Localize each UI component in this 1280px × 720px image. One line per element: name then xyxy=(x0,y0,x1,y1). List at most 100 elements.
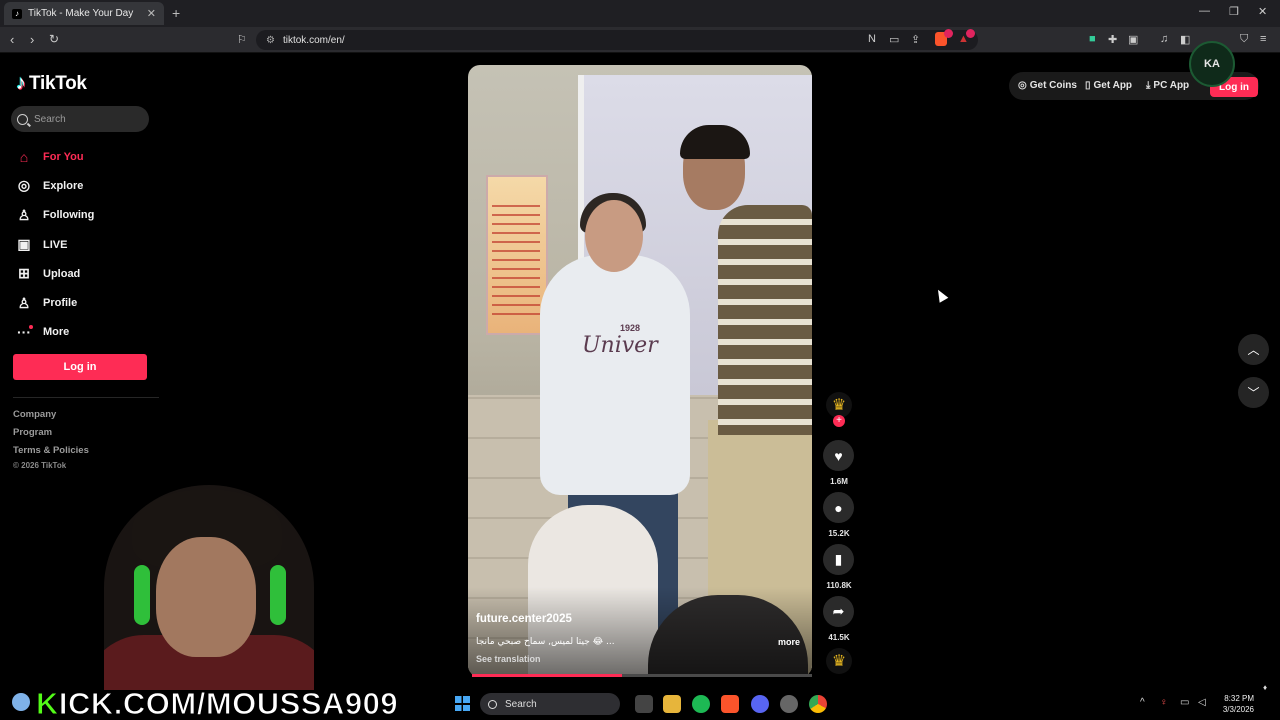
wallet-icon[interactable]: ▣ xyxy=(1128,33,1138,46)
live-tv-icon: ▣ xyxy=(17,236,31,253)
browser-tab[interactable]: ♪ TikTok - Make Your Day ✕ xyxy=(4,2,164,25)
obs-icon[interactable] xyxy=(780,695,798,713)
share-count: 41.5K xyxy=(828,633,850,642)
reload-icon[interactable]: ↻ xyxy=(49,32,59,46)
webcam-overlay xyxy=(104,485,314,690)
save-count: 110.8K xyxy=(826,581,852,590)
like-count: 1.6M xyxy=(830,477,848,486)
system-clock[interactable]: 8:32 PM 3/3/2026 xyxy=(1214,693,1254,715)
pc-app-button[interactable]: ⤓ PC App xyxy=(1146,80,1189,91)
sidebar-login-button[interactable]: Log in xyxy=(13,354,147,380)
display-icon[interactable]: ▭ xyxy=(1180,697,1189,708)
person-icon: ♙ xyxy=(17,294,31,311)
site-info-icon[interactable]: ⚙ xyxy=(266,35,275,46)
tiktok-favicon-icon: ♪ xyxy=(12,8,22,19)
back-icon[interactable]: ‹ xyxy=(10,32,14,47)
footer-links: Company Program Terms & Policies xyxy=(13,408,89,462)
plus-square-icon: ⊞ xyxy=(18,265,30,282)
video-progress-bar[interactable] xyxy=(472,674,812,677)
headset-left xyxy=(134,565,150,625)
window-close-icon[interactable]: ✕ xyxy=(1258,5,1267,18)
like-button[interactable]: ♥ xyxy=(823,440,854,471)
video-player[interactable]: 1928 Univer future.center2025 جيتا لميس,… xyxy=(468,65,812,677)
translate-icon[interactable]: N xyxy=(868,33,876,45)
kick-overlay-text: KICK.COM/MOUSSA909 xyxy=(36,686,399,720)
brave-taskbar-icon[interactable] xyxy=(721,695,739,713)
sidebar-item-explore[interactable]: ◎ Explore xyxy=(13,171,153,200)
bookmark-icon[interactable]: ⚐ xyxy=(237,33,247,46)
sidebar-item-for-you[interactable]: ⌂ For You xyxy=(13,142,153,171)
sidebar-item-label: Profile xyxy=(43,297,78,310)
puzzle-icon[interactable]: ✚ xyxy=(1108,33,1117,46)
discord-icon[interactable] xyxy=(751,695,769,713)
sidebar-nav: ⌂ For You ◎ Explore ♙ Following ▣ LIVE ⊞… xyxy=(13,142,153,347)
url-text: tiktok.com/en/ xyxy=(282,34,345,46)
extension-icon[interactable]: ■ xyxy=(1089,33,1096,45)
save-button[interactable]: ▮ xyxy=(823,544,854,575)
task-view-icon[interactable] xyxy=(635,695,653,713)
caption-more-link[interactable]: more xyxy=(778,637,800,647)
kick-k: K xyxy=(36,686,59,720)
windows-start-icon[interactable] xyxy=(455,696,470,711)
sidebar-item-live[interactable]: ▣ LIVE xyxy=(13,230,153,259)
previous-video-button[interactable]: ︿ xyxy=(1238,334,1269,365)
chrome-icon[interactable] xyxy=(809,695,827,713)
streamer-logo: KA xyxy=(1189,41,1235,87)
chevron-up-icon: ︿ xyxy=(1247,343,1260,357)
media-icon[interactable]: ♫ xyxy=(1160,33,1168,45)
menu-icon[interactable]: ≡ xyxy=(1260,33,1266,45)
share-icon[interactable]: ⇪ xyxy=(911,33,920,46)
get-app-button[interactable]: ▯ Get App xyxy=(1085,80,1132,91)
mouse-cursor xyxy=(933,287,949,303)
share-button[interactable]: ➦ xyxy=(823,596,854,627)
close-tab-icon[interactable]: ✕ xyxy=(147,7,156,20)
sidebar-item-following[interactable]: ♙ Following xyxy=(13,201,153,230)
footer-link-program[interactable]: Program xyxy=(13,426,89,444)
search-input[interactable] xyxy=(34,113,134,125)
footer-link-company[interactable]: Company xyxy=(13,408,89,426)
new-tab-icon[interactable]: + xyxy=(172,5,180,21)
search-bar[interactable] xyxy=(11,106,149,132)
search-icon xyxy=(17,113,28,125)
video-progress-fill xyxy=(472,674,622,677)
notification-icon[interactable]: ♦ xyxy=(1263,683,1267,692)
follow-plus-icon[interactable]: + xyxy=(833,415,845,427)
restore-icon[interactable]: ❐ xyxy=(1229,5,1239,18)
get-coins-button[interactable]: ◎ Get Coins xyxy=(1018,80,1077,91)
music-disc-icon[interactable]: ♛ xyxy=(826,648,852,674)
logo-wordmark: TikTok xyxy=(29,72,87,94)
minimize-icon[interactable]: — xyxy=(1199,5,1210,17)
cast-icon[interactable]: ▭ xyxy=(889,33,899,46)
vpn-shield-icon[interactable]: ⛉ xyxy=(1240,33,1248,46)
footer-link-terms[interactable]: Terms & Policies xyxy=(13,444,89,462)
browser-tab-bar: ♪ TikTok - Make Your Day ✕ + — ❐ ✕ xyxy=(0,0,1280,27)
file-explorer-icon[interactable] xyxy=(663,695,681,713)
tiktok-logo[interactable]: ♪ TikTok xyxy=(16,72,87,95)
sidebar-divider xyxy=(13,397,159,398)
see-translation-link[interactable]: See translation xyxy=(476,654,541,664)
share-arrow-icon: ➦ xyxy=(832,603,845,619)
get-app-label: Get App xyxy=(1093,80,1133,91)
sidebar-item-more[interactable]: ··· More xyxy=(13,318,153,347)
sidebar-item-upload[interactable]: ⊞ Upload xyxy=(13,259,153,288)
taskbar-search[interactable]: Search xyxy=(480,693,620,715)
streamer-face xyxy=(156,537,256,657)
microphone-icon[interactable]: ♀ xyxy=(1160,697,1168,708)
video-author[interactable]: future.center2025 xyxy=(476,613,572,625)
rewards-badge xyxy=(966,29,975,38)
tiktok-note-icon: ♪ xyxy=(16,72,26,94)
comment-button[interactable]: ● xyxy=(823,492,854,523)
coin-icon: ◎ xyxy=(1018,80,1027,91)
home-icon: ⌂ xyxy=(19,148,29,165)
volume-icon[interactable]: ◁ xyxy=(1198,697,1206,708)
tray-overflow-icon[interactable]: ^ xyxy=(1140,697,1145,708)
shields-badge xyxy=(944,29,953,38)
next-video-button[interactable]: ﹀ xyxy=(1238,377,1269,408)
spotify-icon[interactable] xyxy=(692,695,710,713)
sidebar-item-label: More xyxy=(43,326,70,339)
sidebar-toggle-icon[interactable]: ◧ xyxy=(1180,33,1190,46)
tab-title: TikTok - Make Your Day xyxy=(28,8,134,19)
sidebar-item-label: LIVE xyxy=(43,238,68,251)
sidebar-item-profile[interactable]: ♙ Profile xyxy=(13,288,153,317)
forward-icon[interactable]: › xyxy=(30,32,34,47)
